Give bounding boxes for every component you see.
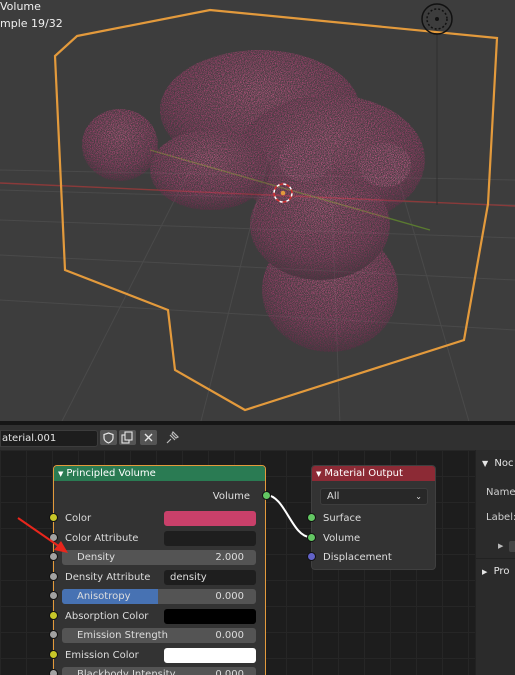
annotation-arrow-icon	[17, 517, 68, 553]
unlink-material-button[interactable]	[140, 430, 157, 445]
chevron-down-icon: ⌄	[415, 492, 422, 501]
expand-arrow-icon[interactable]: ▶	[498, 542, 503, 550]
surface-socket[interactable]	[307, 513, 316, 522]
emission-strength-socket[interactable]	[49, 630, 58, 639]
name-field-label: Name	[486, 487, 515, 498]
node-title: Principled Volume	[66, 468, 156, 479]
displacement-socket[interactable]	[307, 552, 316, 561]
target-value: All	[327, 491, 340, 502]
principled-volume-node[interactable]: ▼ Principled Volume Volume Color Color At…	[53, 465, 266, 675]
sidebar-panel: ▼ Noc Name Label: ▶ ▶ Pro	[475, 450, 515, 675]
volume-input-socket[interactable]	[307, 533, 316, 542]
density-attribute-value: density	[170, 572, 207, 583]
anisotropy-value: 0.000	[215, 591, 244, 602]
density-value: 2.000	[215, 552, 244, 563]
duplicate-material-button[interactable]	[119, 430, 136, 445]
target-dropdown[interactable]: All ⌄	[320, 488, 428, 505]
properties-panel-title: Pro	[493, 566, 510, 577]
input-label-emission-color: Emission Color	[65, 650, 139, 661]
object-origin	[280, 190, 286, 196]
collapse-arrow-icon: ▼	[482, 459, 489, 468]
anisotropy-socket[interactable]	[49, 591, 58, 600]
viewport-scene	[0, 3, 515, 425]
blackbody-intensity-value: 0.000	[215, 669, 244, 675]
material-output-header[interactable]: ▼ Material Output	[312, 466, 435, 481]
label-field-label: Label:	[486, 512, 515, 523]
node-editor-canvas[interactable]: ▼ Principled Volume Volume Color Color At…	[0, 450, 475, 675]
blackbody-intensity-socket[interactable]	[49, 669, 58, 675]
volume-monkey[interactable]	[82, 50, 425, 352]
absorption-color-socket[interactable]	[49, 611, 58, 620]
input-label-volume: Volume	[323, 533, 361, 544]
node-panel-header[interactable]: ▼ Noc	[482, 458, 513, 469]
node-title: Material Output	[324, 468, 403, 479]
density-attribute-field[interactable]: density	[164, 570, 256, 585]
color-swatch[interactable]	[164, 511, 256, 526]
color-attribute-field[interactable]	[164, 531, 256, 546]
emission-color-socket[interactable]	[49, 650, 58, 659]
absorption-color-swatch[interactable]	[164, 609, 256, 624]
collapse-arrow-icon[interactable]: ▼	[316, 470, 321, 478]
input-label-density-attribute: Density Attribute	[65, 572, 151, 583]
input-label-displacement: Displacement	[323, 552, 392, 563]
node-panel-title: Noc	[494, 458, 514, 469]
expand-arrow-icon: ▶	[482, 568, 488, 576]
duplicate-icon	[121, 431, 133, 444]
blackbody-intensity-label: Blackbody Intensity	[77, 669, 176, 675]
density-field[interactable]: Density 2.000	[62, 550, 256, 565]
emission-strength-value: 0.000	[215, 630, 244, 641]
close-icon	[144, 433, 153, 442]
collapsed-subpanel[interactable]	[509, 541, 515, 552]
sample-counter: mple 19/32	[0, 17, 63, 30]
fake-user-button[interactable]	[100, 430, 117, 445]
density-attribute-socket[interactable]	[49, 572, 58, 581]
light-icon[interactable]	[421, 3, 453, 35]
render-mode-label: Volume	[0, 0, 41, 13]
principled-volume-header[interactable]: ▼ Principled Volume	[54, 466, 265, 481]
anisotropy-label: Anisotropy	[77, 591, 131, 602]
pin-icon	[166, 430, 180, 444]
blackbody-intensity-field[interactable]: Blackbody Intensity 0.000	[62, 667, 256, 675]
material-output-node[interactable]: ▼ Material Output All ⌄ Surface Volume Di…	[311, 465, 436, 570]
collapse-arrow-icon[interactable]: ▼	[58, 470, 63, 478]
anisotropy-slider[interactable]: Anisotropy 0.000	[62, 589, 256, 604]
pin-button[interactable]	[164, 430, 181, 445]
3d-viewport[interactable]: Volume mple 19/32	[0, 0, 515, 425]
shield-icon	[103, 432, 114, 444]
emission-color-swatch[interactable]	[164, 648, 256, 663]
input-label-absorption-color: Absorption Color	[65, 611, 149, 622]
volume-output-socket[interactable]	[262, 491, 271, 500]
emission-strength-label: Emission Strength	[77, 630, 168, 641]
properties-panel-header[interactable]: ▶ Pro	[482, 566, 509, 577]
emission-strength-field[interactable]: Emission Strength 0.000	[62, 628, 256, 643]
volume-output-label: Volume	[212, 491, 250, 502]
material-name-field[interactable]: aterial.001	[0, 430, 98, 447]
input-label-surface: Surface	[323, 513, 362, 524]
